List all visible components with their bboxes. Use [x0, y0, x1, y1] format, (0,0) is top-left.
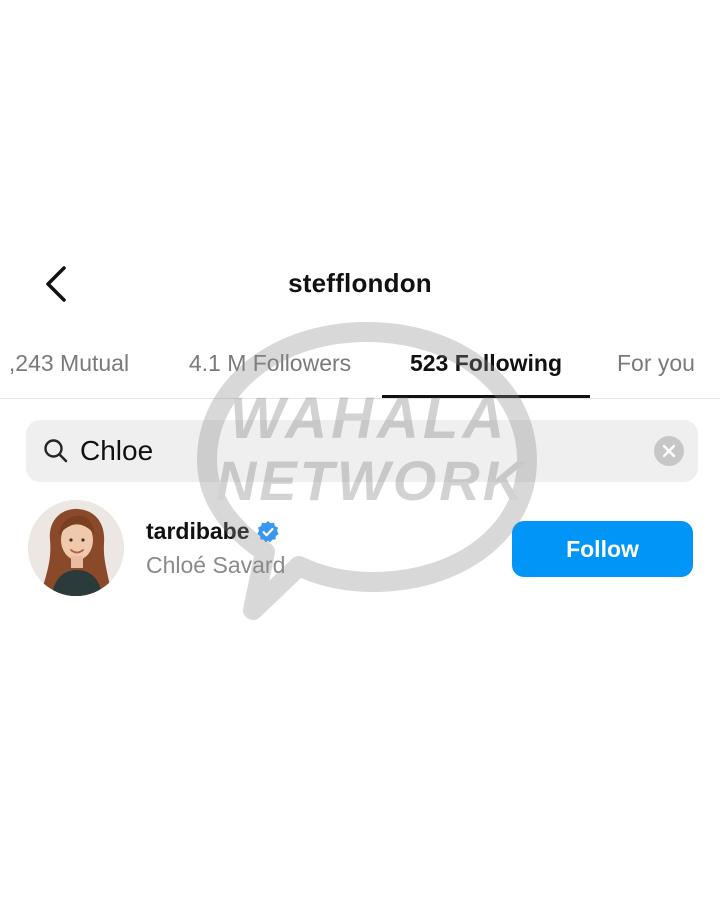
- avatar-photo: [28, 500, 124, 596]
- screen: stefflondon ,243 Mutual 4.1 M Followers …: [0, 0, 720, 900]
- active-tab-indicator: [382, 395, 590, 398]
- tab-for-you[interactable]: For you: [604, 330, 708, 396]
- result-full-name: Chloé Savard: [146, 552, 286, 578]
- avatar[interactable]: [28, 500, 124, 596]
- search-bar[interactable]: [26, 420, 698, 482]
- tab-following[interactable]: 523 Following: [382, 330, 590, 396]
- result-username: tardibabe: [146, 518, 250, 544]
- tab-bar: ,243 Mutual 4.1 M Followers 523 Followin…: [0, 330, 720, 399]
- search-input[interactable]: [80, 420, 640, 482]
- search-result-row[interactable]: tardibabe Chloé Savard Follow: [0, 500, 720, 600]
- search-icon: [44, 439, 68, 463]
- tab-followers[interactable]: 4.1 M Followers: [172, 330, 368, 396]
- clear-search-button[interactable]: [654, 436, 684, 466]
- username-line: tardibabe: [146, 518, 280, 545]
- clear-icon: [662, 444, 676, 458]
- verified-badge-icon: [256, 520, 279, 542]
- page-title: stefflondon: [288, 268, 432, 298]
- tab-mutual[interactable]: ,243 Mutual: [0, 330, 142, 396]
- follow-button[interactable]: Follow: [512, 521, 693, 577]
